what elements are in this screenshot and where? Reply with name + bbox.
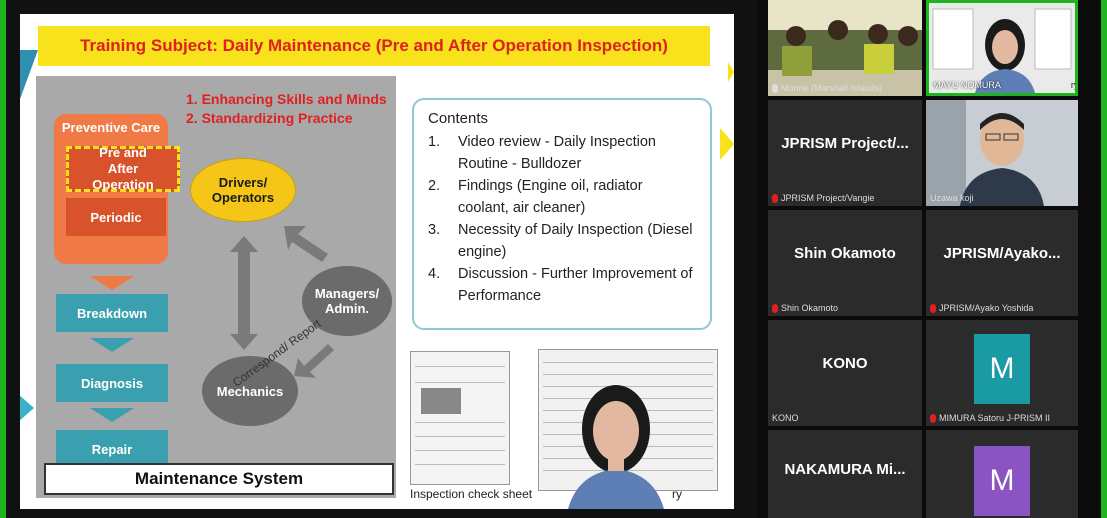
participant-tile[interactable]: KONO KONO [768, 320, 922, 426]
participant-label: Uzawa koji [930, 193, 974, 203]
maintenance-system-label: Maintenance System [44, 463, 394, 495]
arrow-vertical [230, 236, 258, 350]
participant-name: MAYU NOMURA [933, 80, 1001, 90]
contents-title: Contents [428, 110, 489, 127]
decor-triangle [728, 62, 734, 82]
item-text: Findings (Engine oil, radiator coolant, … [458, 178, 643, 216]
participant-label: Shin Okamoto [772, 303, 838, 313]
shared-screen: Training Subject: Daily Maintenance (Pre… [6, 0, 758, 518]
active-border-right [1101, 0, 1107, 518]
muted-mic-icon [930, 413, 936, 423]
participant-tile[interactable]: JPRISM/Ayako... JPRISM/Ayako Yoshida [926, 210, 1078, 316]
muted-mic-icon [772, 303, 778, 313]
contents-item: 1. Video review - Daily Inspection Routin… [428, 131, 696, 175]
item-text: Discussion - Further Improvement of Perf… [458, 266, 693, 304]
sheet-caption: Inspection check sheet [410, 487, 533, 501]
participant-name: Uzawa koji [930, 193, 974, 203]
participant-name: KONO [772, 413, 799, 423]
participant-display-name: JPRISM/Ayako... [943, 244, 1061, 262]
item-number: 4. [428, 266, 441, 282]
item-text: Video review - Daily Inspection Routine … [458, 134, 656, 172]
participant-tile[interactable]: JPRISM Project/... JPRISM Project/Vangie [768, 100, 922, 206]
arrow-diagonal-top [284, 226, 328, 262]
participant-name-suffix: ry [1070, 80, 1078, 90]
muted-mic-icon [930, 303, 936, 313]
decor-triangle [720, 128, 734, 160]
participant-display-name: KONO [822, 354, 868, 372]
participant-display-name: JPRISM Project/... [781, 134, 909, 152]
participant-name: JPRISM Project/Vangie [781, 193, 875, 203]
participant-tile[interactable]: M [926, 430, 1078, 518]
video-feed [926, 100, 1078, 206]
item-number: 3. [428, 222, 441, 238]
participant-label: JPRISM Project/Vangie [772, 193, 874, 203]
presentation-slide: Training Subject: Daily Maintenance (Pre… [20, 14, 734, 509]
participant-tile[interactable]: M MIMURA Satoru J-PRISM II [926, 320, 1078, 426]
participant-label: KONO [772, 413, 799, 423]
participant-tile[interactable]: Uzawa koji [926, 100, 1078, 206]
presenter-video-overlay [568, 385, 664, 509]
video-feed [768, 0, 922, 96]
contents-box: Contents 1. Video review - Daily Inspecti… [412, 98, 712, 330]
inspection-sheet-thumbnail [410, 351, 510, 485]
pin-icon [772, 83, 778, 93]
participant-tile[interactable]: Shin Okamoto Shin Okamoto [768, 210, 922, 316]
participant-name: JPRISM/Ayako Yoshida [939, 303, 1034, 313]
item-number: 1. [428, 134, 441, 150]
engine-image [421, 388, 461, 414]
muted-mic-icon [772, 193, 778, 203]
participant-label: JPRISM/Ayako Yoshida [930, 303, 1033, 313]
participant-name: Shin Okamoto [781, 303, 839, 313]
item-number: 2. [428, 178, 441, 194]
participant-tile[interactable]: NAKAMURA Mi... [768, 430, 922, 518]
contents-item: 2. Findings (Engine oil, radiator coolant… [428, 175, 696, 219]
participant-tile[interactable]: Morine (Marshall Islands) [768, 0, 922, 96]
contents-item: 4. Discussion - Further Improvement of Pe… [428, 263, 696, 307]
participant-name: Morine (Marshall Islands) [781, 83, 883, 93]
participant-display-name: NAKAMURA Mi... [784, 460, 906, 478]
participant-label: MIMURA Satoru J-PRISM II [930, 413, 1050, 423]
decor-triangle [20, 394, 34, 422]
relationship-arrows [230, 226, 334, 378]
participant-gallery: Morine (Marshall Islands) MAYU NOMURA ry … [768, 0, 1107, 518]
avatar: M [974, 446, 1030, 516]
avatar: M [974, 334, 1030, 404]
item-text: Necessity of Daily Inspection (Diesel en… [458, 222, 693, 260]
participant-name: MIMURA Satoru J-PRISM II [939, 413, 1051, 423]
participant-label: Morine (Marshall Islands) [772, 83, 882, 93]
arrow-diagonal-bottom [294, 344, 334, 378]
participant-display-name: Shin Okamoto [794, 244, 896, 262]
contents-item: 3. Necessity of Daily Inspection (Diesel … [428, 219, 696, 263]
slide-title: Training Subject: Daily Maintenance (Pre… [38, 26, 710, 66]
maintenance-diagram: 1. Enhancing Skills and Minds 2. Standar… [36, 76, 396, 498]
participant-label: MAYU NOMURA ry [933, 80, 1078, 90]
participant-tile-active-speaker[interactable]: MAYU NOMURA ry [926, 0, 1078, 96]
